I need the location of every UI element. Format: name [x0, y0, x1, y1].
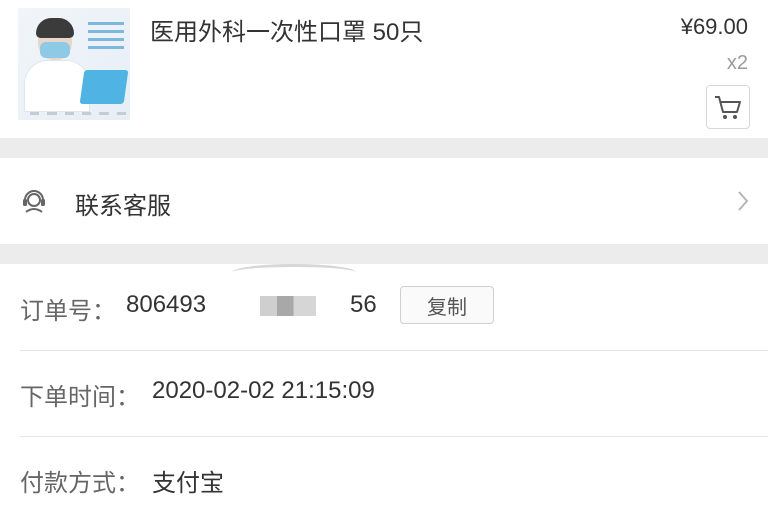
- product-title[interactable]: 医用外科一次性口罩 50只: [150, 12, 423, 47]
- payment-method-row: 付款方式： 支付宝: [20, 436, 768, 522]
- chevron-right-icon: [738, 191, 749, 211]
- thumbnail-text-lines: [88, 22, 124, 54]
- product-quantity: x2: [726, 52, 748, 74]
- order-number-label: 订单号：: [20, 298, 116, 325]
- thumbnail-mask: [40, 42, 70, 58]
- order-number-part1: 806493: [126, 291, 207, 318]
- product-price: ¥69.00: [680, 14, 748, 39]
- payment-method-value: 支付宝: [152, 470, 224, 497]
- contact-service-label: 联系客服: [75, 193, 171, 220]
- order-time-row: 下单时间： 2020-02-02 21:15:09: [20, 350, 768, 437]
- order-number-row: 订单号： 806493 56 复制: [20, 264, 768, 351]
- redacted-digits: [260, 296, 316, 316]
- headset-icon: [23, 190, 45, 213]
- thumbnail-hair: [36, 18, 74, 38]
- section-divider: [0, 244, 768, 264]
- section-divider: [0, 138, 768, 158]
- order-number-part2: 56: [350, 291, 377, 318]
- product-thumbnail[interactable]: [18, 8, 130, 120]
- payment-method-label: 付款方式：: [20, 470, 140, 497]
- product-card[interactable]: 医用外科一次性口罩 50只 ¥69.00 x2: [0, 0, 768, 138]
- thumbnail-caption-lines: [30, 112, 126, 116]
- contact-service-row[interactable]: 联系客服: [0, 158, 768, 244]
- cart-icon: [715, 96, 741, 119]
- order-time-label: 下单时间：: [20, 384, 140, 411]
- thumbnail-coat: [24, 60, 90, 112]
- add-to-cart-button[interactable]: [706, 85, 750, 129]
- copy-order-number-button[interactable]: 复制: [400, 286, 494, 324]
- order-time-value: 2020-02-02 21:15:09: [152, 377, 375, 404]
- order-info-section: 订单号： 806493 56 复制 下单时间： 2020-02-02 21:15…: [0, 264, 768, 510]
- thumbnail-mask-box: [79, 70, 129, 104]
